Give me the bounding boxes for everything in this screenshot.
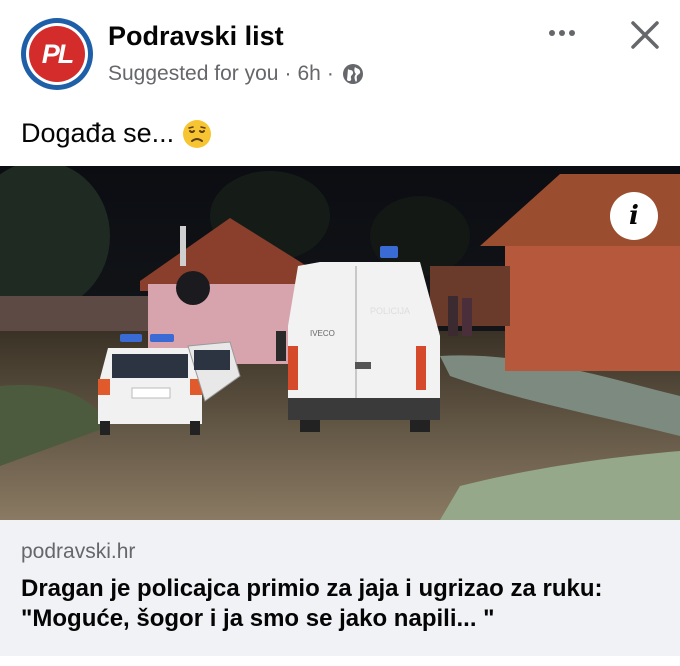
svg-text:IVECO: IVECO: [310, 329, 335, 338]
info-icon: i: [629, 201, 639, 231]
feed-post: PL Podravski list Suggested for you · 6h…: [0, 0, 680, 666]
close-icon: [631, 21, 659, 49]
globe-icon[interactable]: [342, 63, 364, 85]
link-headline[interactable]: Dragan je policajca primio za jaja i ugr…: [21, 574, 661, 634]
post-timestamp[interactable]: 6h: [297, 62, 320, 86]
disappointed-face-emoji-icon: [182, 119, 212, 149]
post-message: Događa se...: [21, 118, 212, 149]
avatar-logo: PL: [29, 26, 85, 82]
headline-line-2: "Moguće, šogor i ja smo se jako napili..…: [21, 605, 495, 632]
post-meta: Suggested for you · 6h ·: [108, 62, 364, 86]
more-horizontal-icon: [549, 30, 555, 36]
post-message-text: Događa se...: [21, 118, 175, 148]
link-domain: podravski.hr: [21, 540, 136, 563]
van-lettering: POLICIJA: [370, 306, 410, 316]
headline-line-1: Dragan je policajca primio za jaja i ugr…: [21, 575, 603, 602]
link-preview[interactable]: podravski.hr Dragan je policajca primio …: [0, 520, 680, 656]
suggested-label: Suggested for you: [108, 62, 279, 85]
meta-separator: ·: [284, 62, 292, 85]
post-photo[interactable]: IVECO POLICIJA i: [0, 166, 680, 520]
meta-separator: ·: [326, 62, 334, 85]
page-avatar[interactable]: PL: [21, 18, 93, 90]
more-options-button[interactable]: [540, 18, 584, 48]
info-button[interactable]: i: [610, 192, 658, 240]
post-bottom-edge: [0, 656, 680, 666]
police-scene-image: IVECO POLICIJA: [0, 166, 680, 520]
page-name-link[interactable]: Podravski list: [108, 21, 284, 52]
close-button[interactable]: [624, 14, 666, 56]
